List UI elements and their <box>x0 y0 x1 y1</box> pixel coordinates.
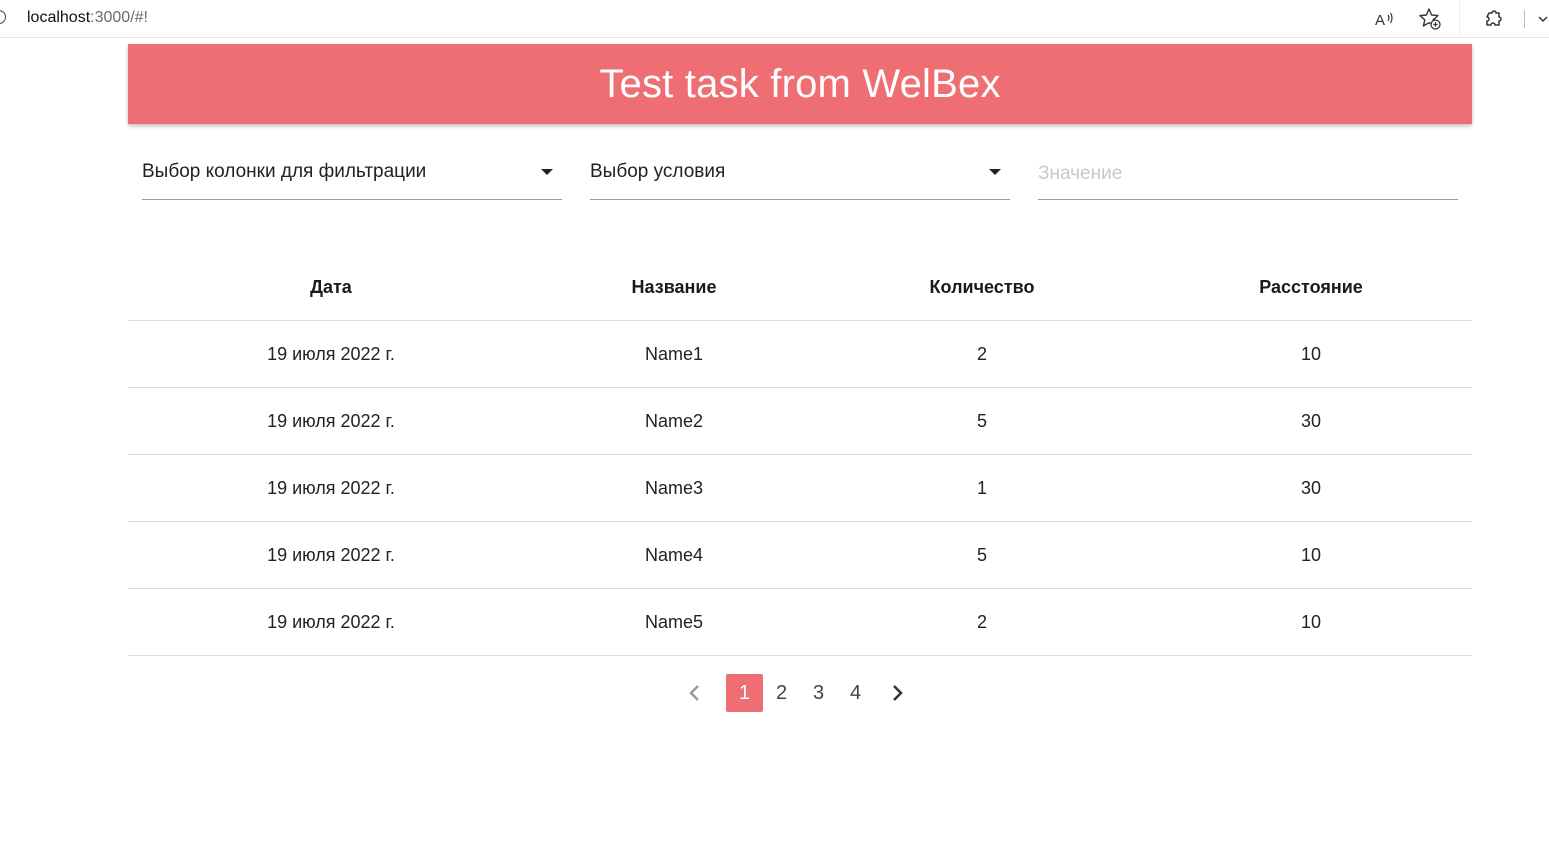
page-button-1[interactable]: 1 <box>726 674 763 712</box>
table-row: 19 июля 2022 г. Name1 2 10 <box>128 320 1472 388</box>
cell-distance: 30 <box>1150 454 1472 522</box>
cell-date: 19 июля 2022 г. <box>128 521 534 589</box>
cell-date: 19 июля 2022 г. <box>128 588 534 656</box>
cell-date: 19 июля 2022 г. <box>128 320 534 388</box>
column-header-name[interactable]: Название <box>534 254 814 321</box>
url-path: :3000/#! <box>90 9 148 26</box>
add-favorite-icon[interactable] <box>1417 6 1443 32</box>
page-button-4[interactable]: 4 <box>837 674 874 712</box>
table-row: 19 июля 2022 г. Name5 2 10 <box>128 588 1472 656</box>
page-button-2[interactable]: 2 <box>763 674 800 712</box>
read-aloud-icon[interactable]: A <box>1372 6 1398 32</box>
column-filter-select[interactable]: Выбор колонки для фильтрации <box>142 150 562 200</box>
value-input[interactable] <box>1038 150 1458 198</box>
cell-quantity: 5 <box>814 521 1150 589</box>
cell-distance: 10 <box>1150 521 1472 589</box>
table-row: 19 июля 2022 г. Name3 1 30 <box>128 454 1472 522</box>
next-page-button[interactable] <box>882 674 912 712</box>
dropdown-arrow-icon <box>541 169 553 175</box>
svg-text:A: A <box>1375 12 1385 29</box>
url-field[interactable]: localhost:3000/#! <box>27 9 148 27</box>
cell-name: Name4 <box>534 521 814 589</box>
page-title: Test task from WelBex <box>599 61 1001 106</box>
pagination: 1 2 3 4 <box>680 674 912 712</box>
column-filter-label: Выбор колонки для фильтрации <box>142 161 427 182</box>
extensions-icon[interactable] <box>1481 6 1507 32</box>
cell-distance: 10 <box>1150 588 1472 656</box>
cell-quantity: 2 <box>814 588 1150 656</box>
url-host: localhost <box>27 9 91 26</box>
chevron-right-icon <box>893 685 903 701</box>
chevron-left-icon <box>689 685 699 701</box>
table-row: 19 июля 2022 г. Name2 5 30 <box>128 387 1472 455</box>
cell-quantity: 5 <box>814 387 1150 455</box>
toolbar-divider <box>1524 10 1525 28</box>
column-header-quantity[interactable]: Количество <box>814 254 1150 321</box>
cell-quantity: 2 <box>814 320 1150 388</box>
value-filter-field[interactable] <box>1038 150 1458 200</box>
table-header-row: Дата Название Количество Расстояние <box>128 254 1472 321</box>
cell-date: 19 июля 2022 г. <box>128 387 534 455</box>
data-table: Дата Название Количество Расстояние 19 и… <box>128 254 1472 656</box>
site-info-icon[interactable] <box>0 10 6 24</box>
more-chevron-icon[interactable] <box>1536 6 1549 32</box>
page-button-3[interactable]: 3 <box>800 674 837 712</box>
cell-distance: 30 <box>1150 387 1472 455</box>
column-header-date[interactable]: Дата <box>128 254 534 321</box>
table-row: 19 июля 2022 г. Name4 5 10 <box>128 521 1472 589</box>
dropdown-arrow-icon <box>989 169 1001 175</box>
cell-distance: 10 <box>1150 320 1472 388</box>
cell-date: 19 июля 2022 г. <box>128 454 534 522</box>
cell-name: Name5 <box>534 588 814 656</box>
browser-address-bar: localhost:3000/#! A <box>0 0 1549 38</box>
prev-page-button[interactable] <box>680 674 710 712</box>
cell-quantity: 1 <box>814 454 1150 522</box>
cell-name: Name3 <box>534 454 814 522</box>
column-header-distance[interactable]: Расстояние <box>1150 254 1472 321</box>
condition-filter-select[interactable]: Выбор условия <box>590 150 1010 200</box>
app-header: Test task from WelBex <box>128 44 1472 124</box>
toolbar-separator <box>1459 0 1460 38</box>
cell-name: Name1 <box>534 320 814 388</box>
cell-name: Name2 <box>534 387 814 455</box>
condition-filter-label: Выбор условия <box>590 161 726 182</box>
